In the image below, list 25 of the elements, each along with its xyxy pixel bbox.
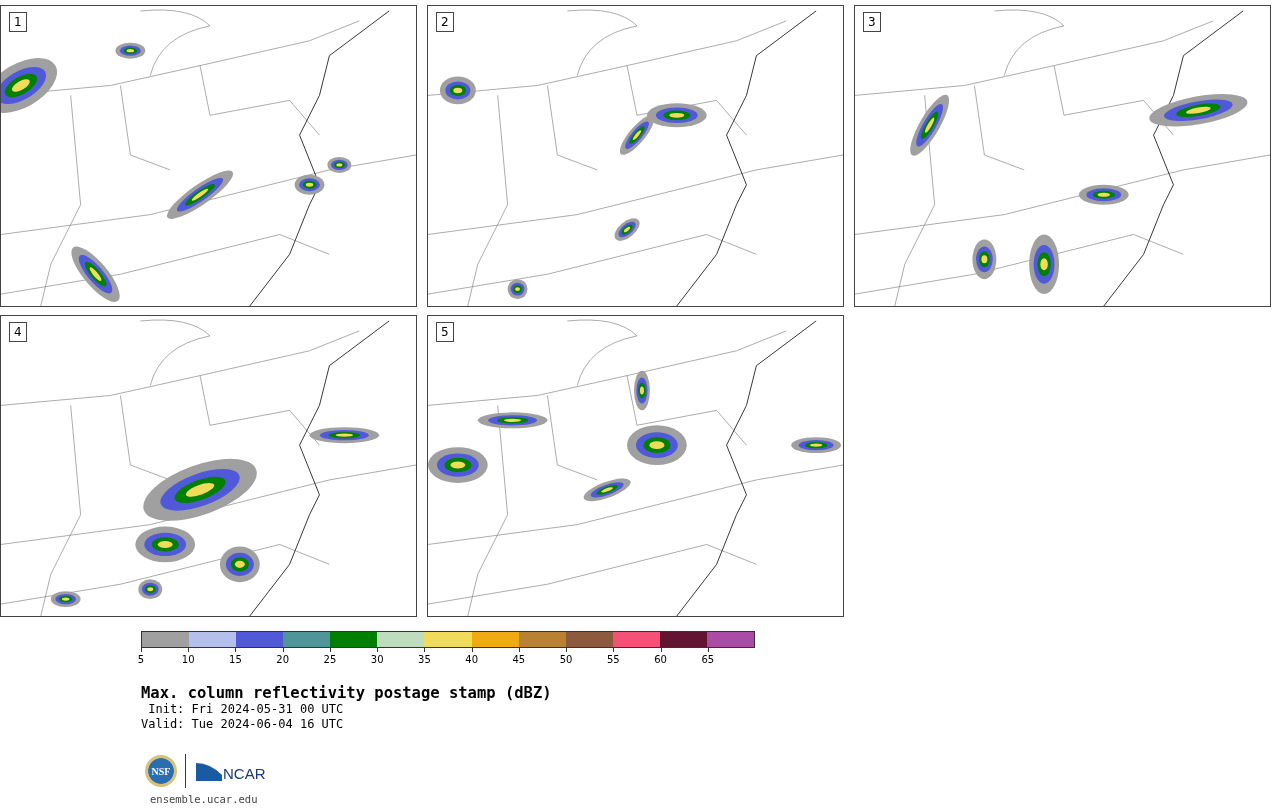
website-url: ensemble.ucar.edu [150,793,259,805]
tick-label: 35 [418,654,431,665]
tick-label: 30 [370,654,384,665]
tick-label: 10 [181,654,195,665]
logo-text: NCAR [223,764,266,782]
tick-label: 50 [559,654,573,665]
init-time: Init: Fri 2024-05-31 00 UTC [147,702,345,717]
tick-label: 25 [323,654,337,665]
panel-number: 2 [436,12,454,32]
tick-label: 45 [512,654,526,665]
tick-label: 55 [607,654,620,665]
panel-number: 4 [9,322,27,342]
panel-number: 3 [863,12,881,32]
tick-label: 20 [276,654,290,665]
tick-label: 5 [137,654,145,665]
chart-title: Max. column reflectivity postage stamp (dBZ) [141,684,553,702]
panel-number: 5 [436,322,454,342]
valid-time: Valid: Tue 2024-06-04 16 UTC [141,717,345,732]
tick-label: 40 [465,654,478,665]
swoosh-icon [196,761,222,781]
seal-logo: NSF [145,755,177,787]
tick-label: 15 [229,654,242,665]
tick-label: 65 [701,654,715,665]
tick-label: 60 [654,654,667,665]
panel-number: 1 [9,12,27,32]
